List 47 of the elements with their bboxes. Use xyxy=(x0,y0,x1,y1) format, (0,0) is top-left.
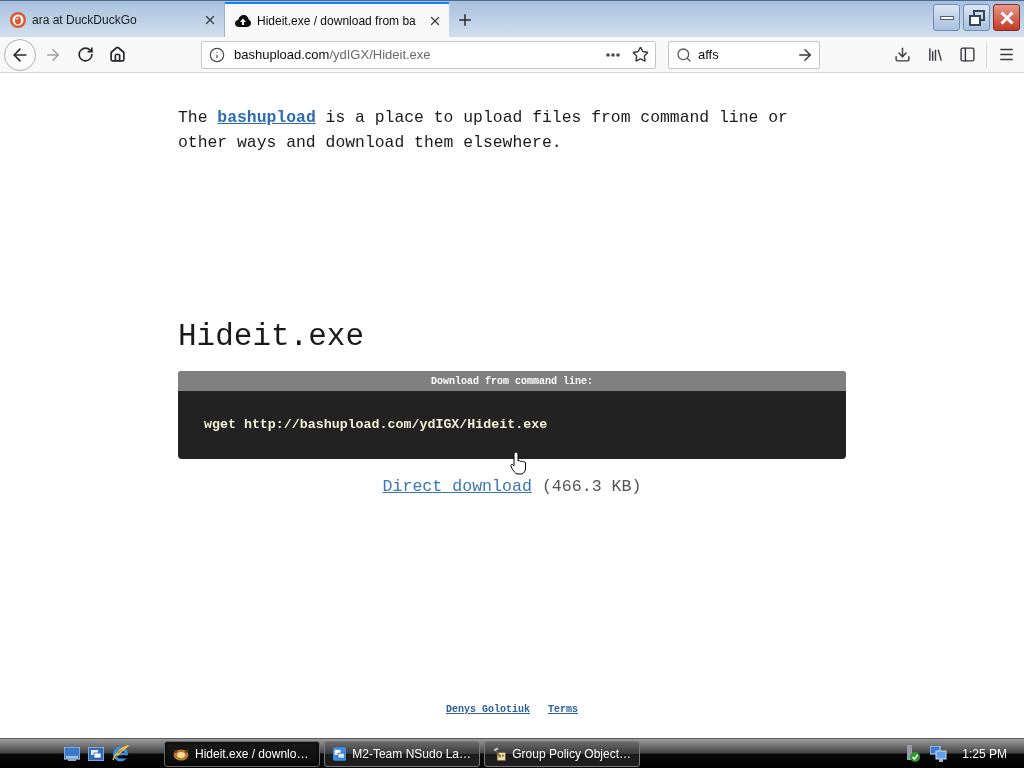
minimize-icon xyxy=(939,15,954,20)
footer-link[interactable]: Denys Golotiuk xyxy=(446,702,530,717)
file-name-heading: Hideit.exe xyxy=(178,319,366,355)
address-bar[interactable]: bashupload.com/ydIGX/Hideit.exe xyxy=(201,40,656,69)
search-field[interactable]: affs xyxy=(668,40,820,69)
restore-icon xyxy=(968,9,985,26)
command-box-title: Download from command line: xyxy=(431,374,593,389)
download-icon xyxy=(893,46,911,63)
e-logo-icon xyxy=(112,745,129,762)
desktop-icon xyxy=(64,746,80,761)
library-icon xyxy=(926,46,944,63)
sidebar-icon xyxy=(958,46,976,63)
windows-stack-icon xyxy=(88,746,104,761)
close-window-button[interactable] xyxy=(993,4,1020,31)
round-logo-icon xyxy=(10,11,26,28)
home-icon xyxy=(108,46,126,63)
back-button[interactable] xyxy=(4,38,36,71)
switch-windows-button[interactable] xyxy=(88,745,104,762)
intro-text: The bashupload is a place to upload files from command line or other ways and download them elsewhere. xyxy=(178,107,789,154)
check-status-icon xyxy=(905,745,921,762)
clock-time: 1:25 PM xyxy=(962,745,1007,763)
star-icon xyxy=(631,46,649,63)
emblem-icon xyxy=(173,746,189,761)
taskbar-window-button[interactable]: Hideit.exe / downlo… xyxy=(164,740,320,767)
cloud-upload-icon xyxy=(235,14,251,27)
wget-command: wget http://bashupload.com/ydIGX/Hideit.exe xyxy=(204,416,548,435)
search-icon xyxy=(676,46,692,63)
reload-icon xyxy=(76,46,94,63)
hammer-box-icon xyxy=(493,745,507,762)
info-icon xyxy=(209,46,225,63)
hand-cursor-icon xyxy=(510,451,527,475)
taskbar-window-button[interactable]: Group Policy Object… xyxy=(484,740,640,767)
close-icon xyxy=(999,10,1014,25)
show-desktop-button[interactable] xyxy=(64,745,80,762)
two-monitors-icon xyxy=(930,745,948,762)
direct-download-link[interactable]: Direct download xyxy=(382,474,532,500)
taskbar-window-button[interactable]: M2-Team NSudo La… xyxy=(324,740,480,767)
footer-link[interactable]: Terms xyxy=(548,702,578,717)
ellipsis-icon xyxy=(606,52,620,57)
browser-tab[interactable]: Hideit.exe / download from ba xyxy=(225,2,449,37)
menu-icon xyxy=(997,46,1015,63)
window-app-icon xyxy=(333,745,347,762)
web-browser-launch-button[interactable] xyxy=(112,745,129,762)
bashupload-link[interactable]: bashupload xyxy=(217,108,316,127)
restore-button[interactable] xyxy=(963,4,990,31)
minimize-button[interactable] xyxy=(933,4,960,31)
file-size: (466.3 KB) xyxy=(541,475,642,498)
